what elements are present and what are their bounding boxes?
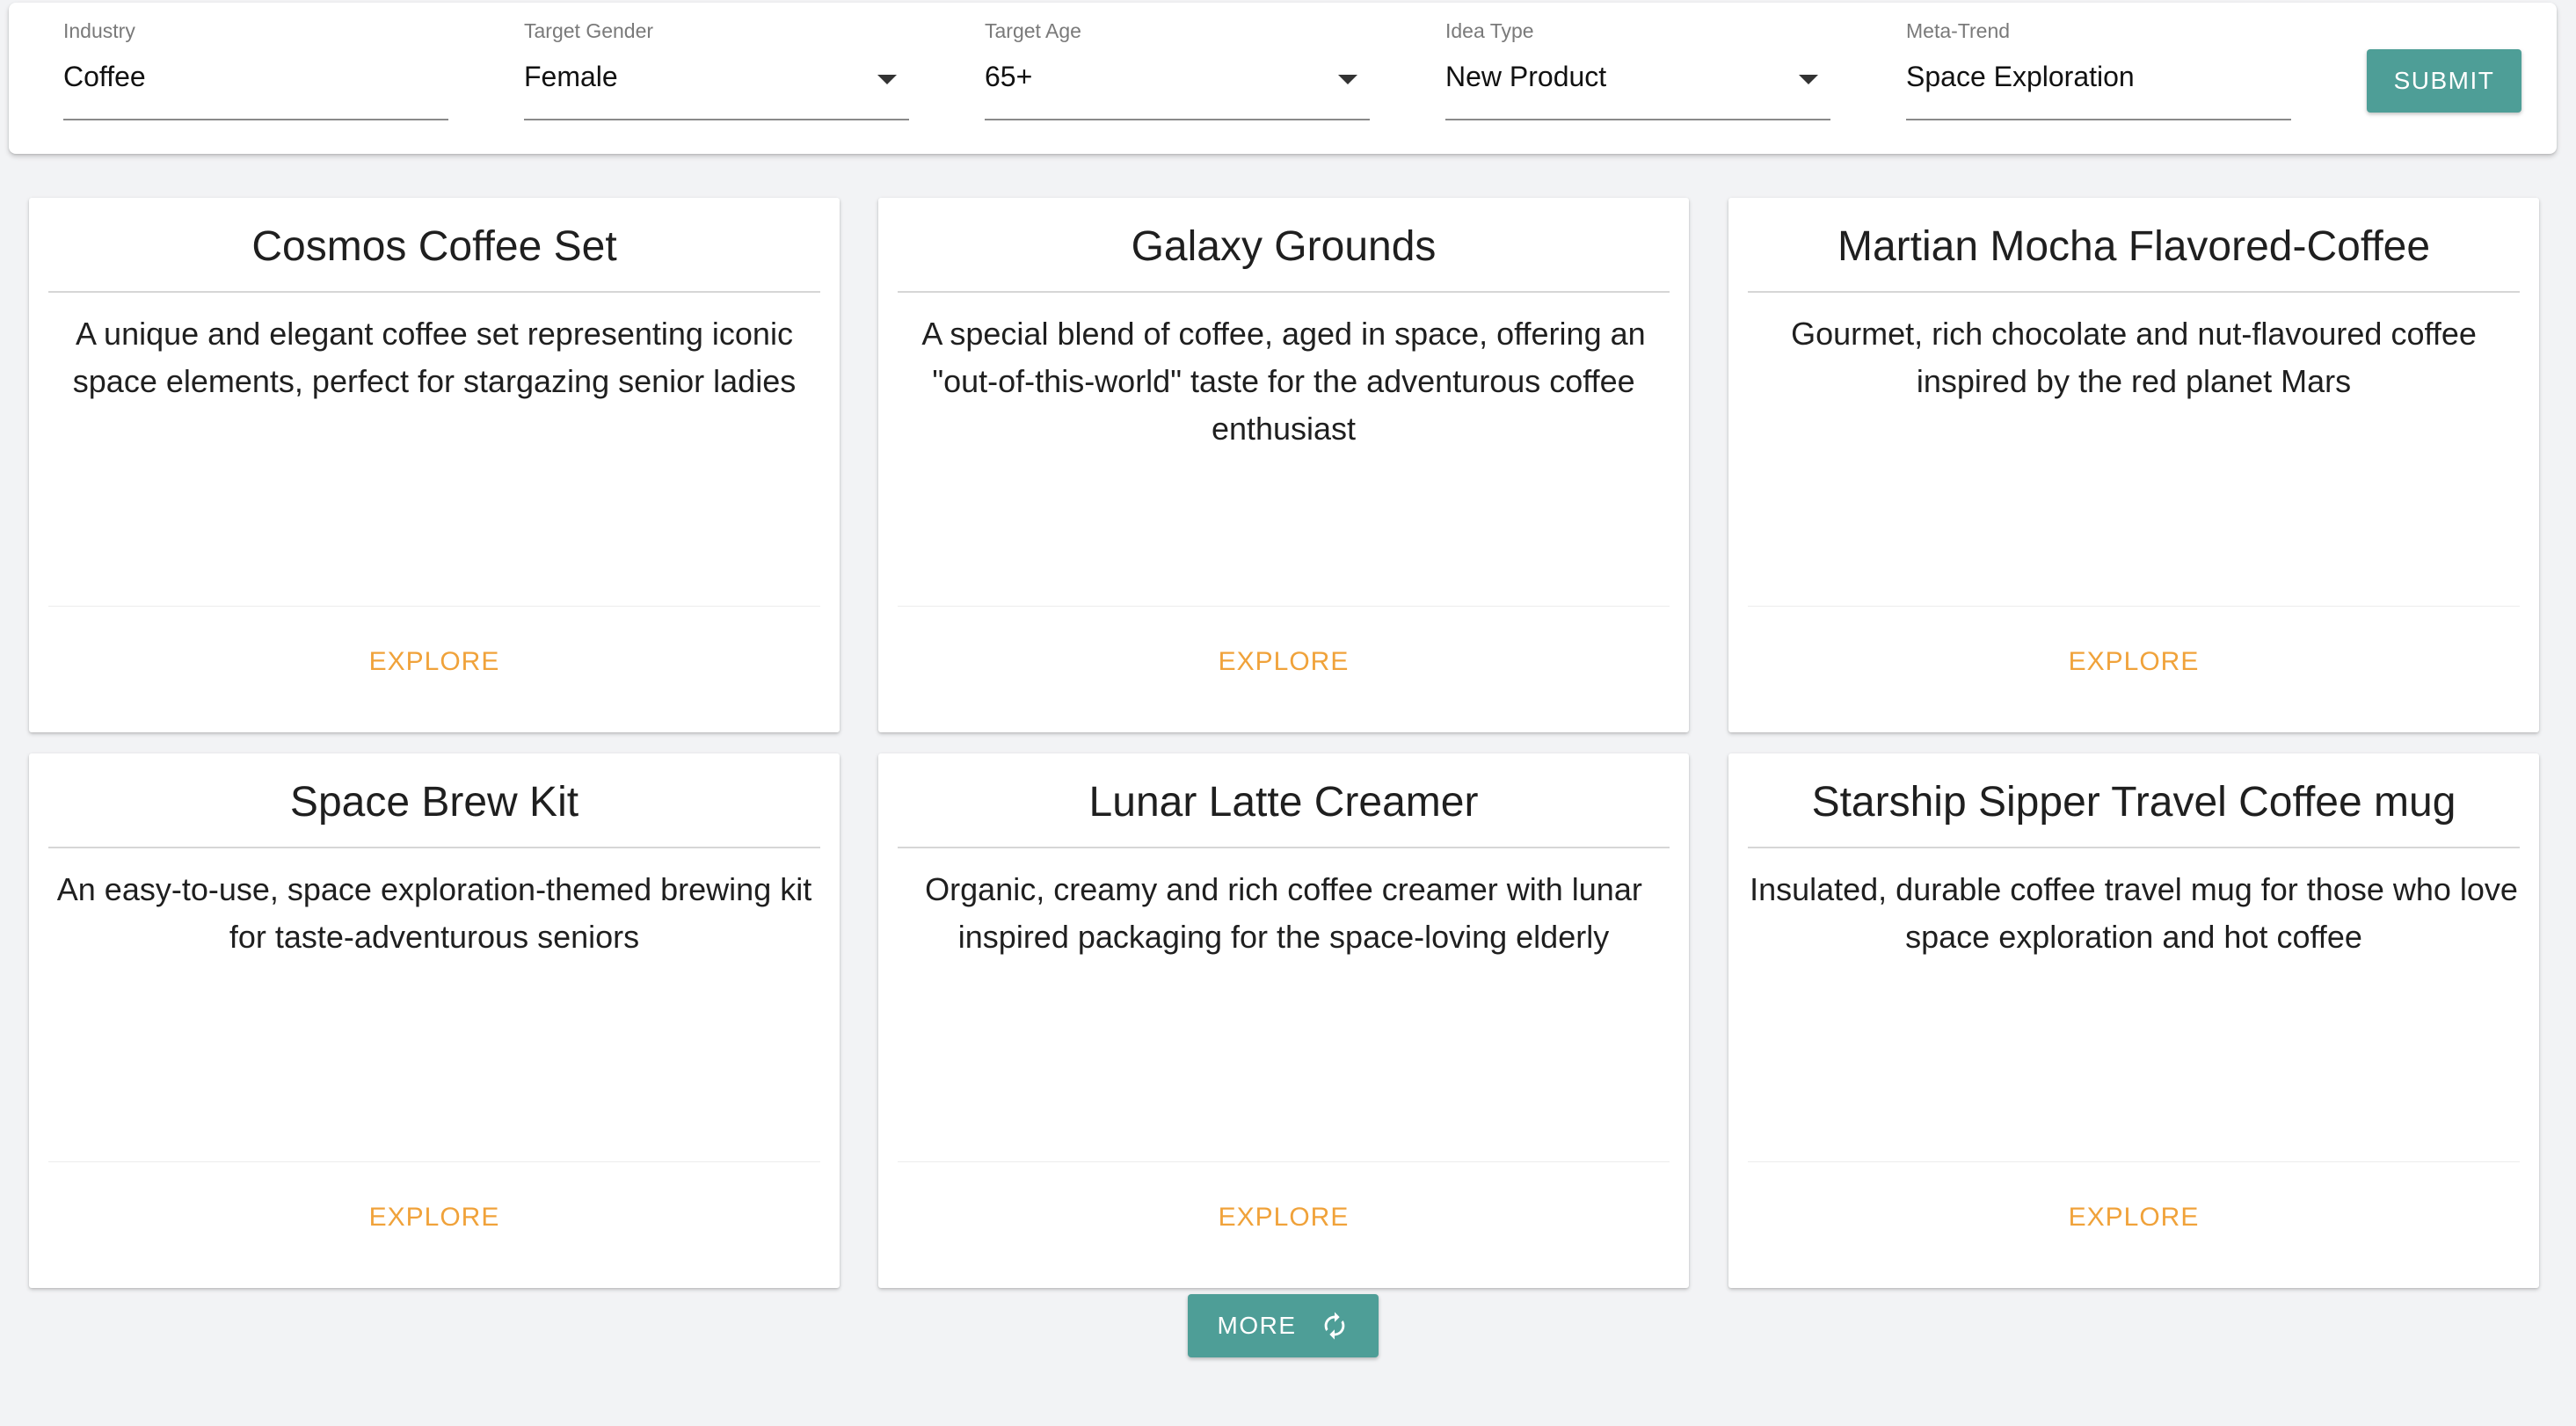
- card-title: Galaxy Grounds: [898, 198, 1670, 293]
- industry-label: Industry: [63, 19, 135, 42]
- card-description: Organic, creamy and rich coffee creamer …: [925, 871, 1642, 955]
- meta-trend-input[interactable]: Space Exploration: [1906, 61, 2135, 93]
- idea-card: Martian Mocha Flavored-Coffee Gourmet, r…: [1728, 198, 2539, 732]
- card-title: Martian Mocha Flavored-Coffee: [1748, 198, 2520, 293]
- idea-type-label: Idea Type: [1445, 19, 1534, 42]
- card-description: Insulated, durable coffee travel mug for…: [1750, 871, 2518, 955]
- card-divider: [48, 1161, 820, 1162]
- target-gender-select[interactable]: Target Gender Female: [524, 3, 909, 120]
- explore-button[interactable]: EXPLORE: [29, 1191, 840, 1244]
- card-description: A special blend of coffee, aged in space…: [921, 316, 1646, 447]
- explore-button[interactable]: EXPLORE: [1728, 636, 2539, 688]
- card-description: Gourmet, rich chocolate and nut-flavoure…: [1791, 316, 2477, 399]
- target-age-value[interactable]: 65+: [985, 61, 1032, 93]
- card-description: A unique and elegant coffee set represen…: [72, 316, 797, 399]
- card-divider: [1748, 606, 2520, 607]
- explore-button[interactable]: EXPLORE: [1728, 1191, 2539, 1244]
- target-gender-label: Target Gender: [524, 19, 654, 42]
- caret-down-icon[interactable]: [1338, 75, 1357, 84]
- idea-card: Cosmos Coffee Set A unique and elegant c…: [29, 198, 840, 732]
- card-description: An easy-to-use, space exploration-themed…: [56, 871, 812, 955]
- explore-button[interactable]: EXPLORE: [878, 636, 1689, 688]
- meta-trend-field[interactable]: Meta-Trend Space Exploration: [1906, 3, 2291, 120]
- explore-button[interactable]: EXPLORE: [29, 636, 840, 688]
- idea-type-select[interactable]: Idea Type New Product: [1445, 3, 1830, 120]
- card-divider: [1748, 1161, 2520, 1162]
- card-title: Space Brew Kit: [48, 753, 820, 848]
- caret-down-icon[interactable]: [1799, 75, 1818, 84]
- card-divider: [48, 606, 820, 607]
- idea-type-value[interactable]: New Product: [1445, 61, 1606, 93]
- target-age-label: Target Age: [985, 19, 1081, 42]
- more-label: MORE: [1217, 1312, 1297, 1339]
- submit-button[interactable]: SUBMIT: [2367, 49, 2521, 113]
- card-title: Starship Sipper Travel Coffee mug: [1748, 753, 2520, 848]
- idea-card: Galaxy Grounds A special blend of coffee…: [878, 198, 1689, 732]
- idea-card: Starship Sipper Travel Coffee mug Insula…: [1728, 753, 2539, 1288]
- idea-card: Space Brew Kit An easy-to-use, space exp…: [29, 753, 840, 1288]
- idea-card: Lunar Latte Creamer Organic, creamy and …: [878, 753, 1689, 1288]
- card-divider: [898, 606, 1670, 607]
- card-title: Lunar Latte Creamer: [898, 753, 1670, 848]
- industry-field[interactable]: Industry Coffee: [63, 3, 448, 120]
- target-age-select[interactable]: Target Age 65+: [985, 3, 1370, 120]
- card-title: Cosmos Coffee Set: [48, 198, 820, 293]
- target-gender-value[interactable]: Female: [524, 61, 618, 93]
- more-button[interactable]: MORE: [1188, 1294, 1379, 1357]
- refresh-icon: [1320, 1311, 1350, 1341]
- industry-input[interactable]: Coffee: [63, 61, 146, 93]
- filter-bar: Industry Coffee Target Gender Female Tar…: [9, 3, 2557, 154]
- card-divider: [898, 1161, 1670, 1162]
- meta-trend-label: Meta-Trend: [1906, 19, 2011, 42]
- caret-down-icon[interactable]: [877, 75, 897, 84]
- explore-button[interactable]: EXPLORE: [878, 1191, 1689, 1244]
